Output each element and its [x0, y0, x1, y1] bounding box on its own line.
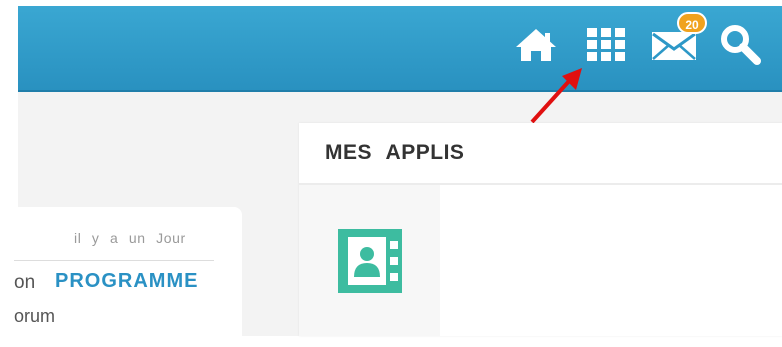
card-divider	[14, 260, 214, 261]
post-prefix-text: on	[14, 272, 36, 293]
programme-link[interactable]: PROGRAMME	[55, 270, 198, 293]
timestamp: il y a un Jour	[74, 230, 186, 246]
red-arrow-icon	[530, 68, 582, 124]
contacts-icon[interactable]	[338, 229, 402, 293]
notification-badge[interactable]: 20	[677, 12, 707, 34]
search-icon[interactable]	[718, 23, 762, 65]
apps-grid-icon[interactable]	[585, 26, 627, 64]
post-subtext: orum	[14, 306, 56, 326]
apps-panel-title: MES APPLIS	[325, 141, 465, 164]
home-icon[interactable]	[514, 27, 558, 63]
